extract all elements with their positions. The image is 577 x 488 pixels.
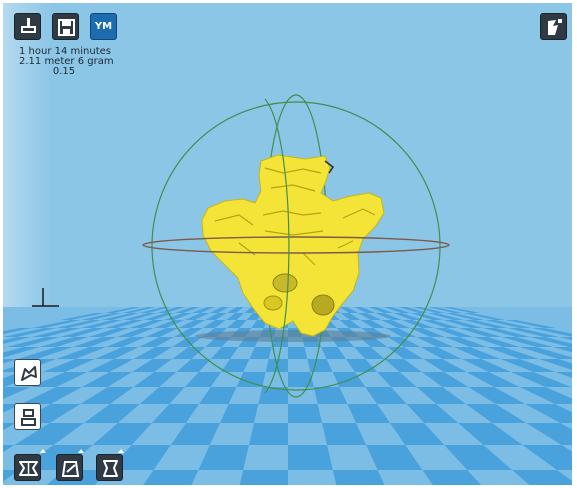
load-model-icon (21, 18, 36, 33)
print-estimate: 1 hour 14 minutes 2.11 meter 6 gram 0.15 (19, 47, 114, 77)
print-cost: 0.15 (52, 66, 76, 77)
floor-tile (239, 470, 288, 485)
mirror-icon (61, 461, 80, 477)
model-shadow (195, 330, 391, 342)
logo-text: YM (94, 21, 113, 32)
view-mode-icon (548, 19, 562, 35)
scale-button[interactable] (14, 403, 41, 430)
floor-tile (248, 423, 288, 445)
floor-tile (288, 347, 308, 359)
3d-viewport[interactable]: YM 1 hour 14 minutes 2.11 meter 6 gram 0… (3, 3, 572, 485)
origin-axes (32, 288, 59, 307)
rotate-icon (21, 366, 37, 381)
model-settings-button[interactable] (96, 454, 123, 481)
floor-tile (288, 445, 333, 470)
save-icon (58, 19, 75, 36)
view-mode-button[interactable] (540, 13, 567, 40)
load-model-button[interactable] (14, 13, 41, 40)
logo-button[interactable]: YM (90, 13, 117, 40)
model-settings-icon (103, 460, 118, 477)
mirror-button[interactable] (56, 454, 83, 481)
floor-tile (288, 404, 323, 423)
settings-marker (118, 449, 124, 453)
save-button[interactable] (52, 13, 79, 40)
scale-icon (21, 409, 36, 426)
mirror-marker (78, 449, 84, 453)
move-button[interactable] (14, 454, 41, 481)
move-icon (19, 461, 38, 476)
move-active-marker (40, 449, 46, 453)
rotate-button[interactable] (14, 359, 41, 386)
